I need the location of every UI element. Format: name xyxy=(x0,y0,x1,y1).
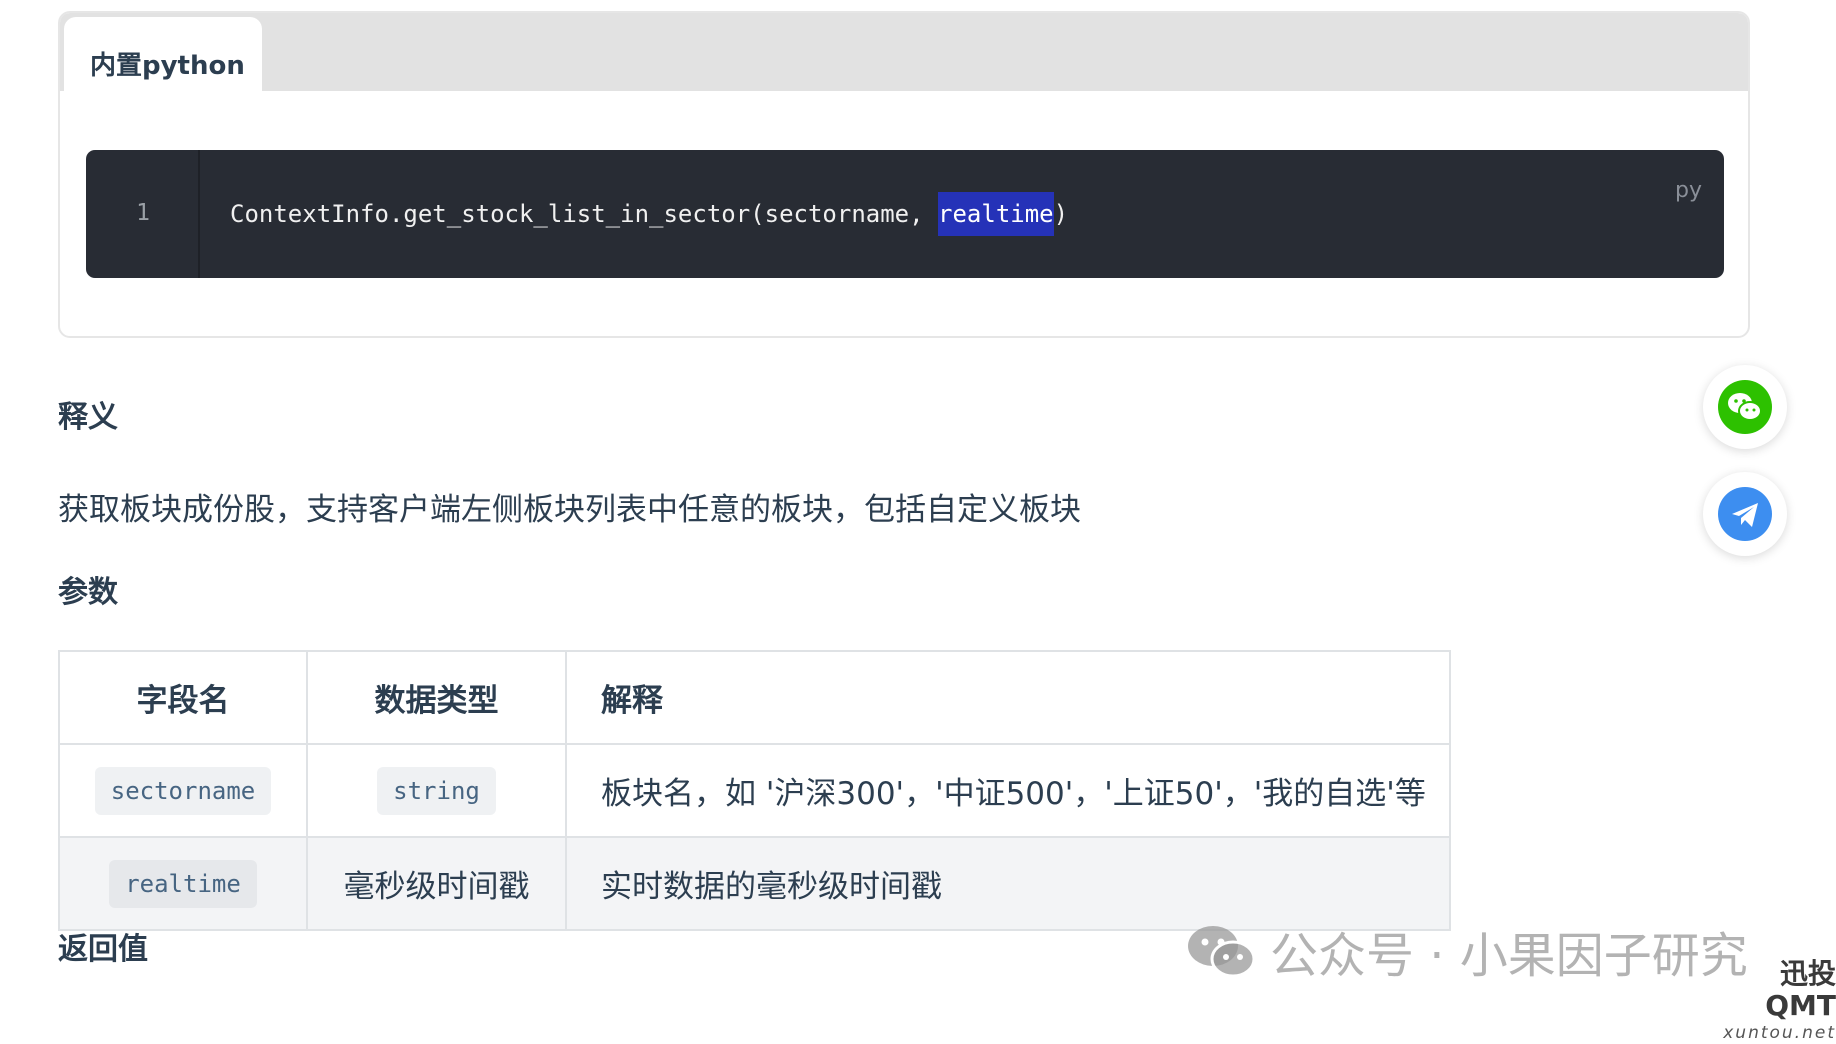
table-row: sectorname string 板块名，如 '沪深300'，'中证500'，… xyxy=(58,743,1451,838)
cell-desc: 板块名，如 '沪深300'，'中证500'，'上证50'，'我的自选'等 xyxy=(565,743,1451,838)
tabs-bar xyxy=(60,13,1748,91)
cell-type: 毫秒级时间戳 xyxy=(306,836,567,931)
field-code: realtime xyxy=(109,859,257,908)
return-heading: 返回值 xyxy=(58,932,148,967)
wechat-icon xyxy=(1718,380,1772,434)
cell-field: sectorname xyxy=(58,743,308,838)
code-selection: realtime xyxy=(938,192,1054,236)
header-field-name: 字段名 xyxy=(58,650,308,745)
telegram-button[interactable] xyxy=(1703,472,1787,556)
table-header-row: 字段名 数据类型 解释 xyxy=(58,650,1451,745)
wechat-logo-icon xyxy=(1188,926,1256,978)
cell-field: realtime xyxy=(58,836,308,931)
line-number-gutter: 1 xyxy=(86,150,200,278)
code-text-end: ) xyxy=(1053,200,1069,228)
description-text: 获取板块成份股，支持客户端左侧板块列表中任意的板块，包括自定义板块 xyxy=(58,492,1081,528)
header-explanation: 解释 xyxy=(565,650,1451,745)
line-number: 1 xyxy=(136,200,150,226)
language-label: py xyxy=(1675,178,1702,203)
code-line[interactable]: ContextInfo.get_stock_list_in_sector(sec… xyxy=(230,192,1069,236)
watermark: 公众号 · 小果因子研究 xyxy=(1186,916,1748,986)
watermark-text: 公众号 · 小果因子研究 xyxy=(1270,928,1748,984)
type-code: string xyxy=(377,766,496,815)
code-text: ContextInfo.get_stock_list_in_sector(sec… xyxy=(230,200,939,228)
wechat-button[interactable] xyxy=(1703,365,1787,449)
code-tabs: 内置python 1 ContextInfo.get_stock_list_in… xyxy=(58,11,1750,338)
tab-builtin-python[interactable]: 内置python xyxy=(64,17,262,91)
brand-logo: 迅投QMT xuntou.net xyxy=(1712,958,1836,1044)
code-block: 1 ContextInfo.get_stock_list_in_sector(s… xyxy=(86,150,1724,278)
brand-url: xuntou.net xyxy=(1723,1023,1836,1043)
params-heading: 参数 xyxy=(58,575,118,610)
brand-name: 迅投QMT xyxy=(1765,957,1836,1022)
meaning-heading: 释义 xyxy=(58,400,118,435)
header-data-type: 数据类型 xyxy=(306,650,567,745)
cell-type: string xyxy=(306,743,567,838)
telegram-icon xyxy=(1718,487,1772,541)
params-table: 字段名 数据类型 解释 sectorname string 板块名，如 '沪深3… xyxy=(58,650,1451,931)
field-code: sectorname xyxy=(94,766,272,815)
